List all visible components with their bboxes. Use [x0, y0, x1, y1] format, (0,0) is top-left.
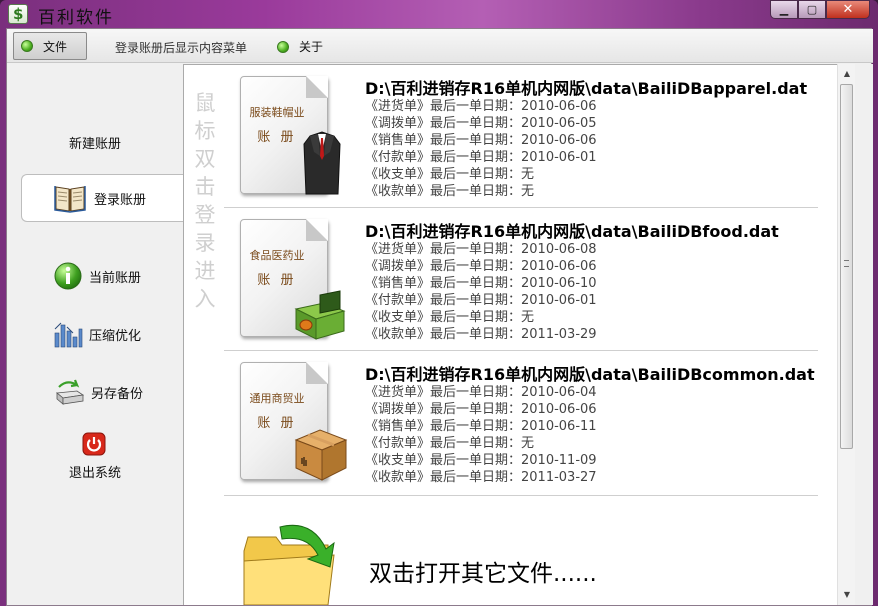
date-line: 《销售单》最后一单日期：2010-06-11 [365, 419, 597, 434]
menu-about-label: 关于 [299, 40, 324, 54]
close-icon: ✕ [842, 2, 854, 17]
suit-icon [303, 131, 341, 195]
open-other-file[interactable]: 双击打开其它文件...... [224, 497, 818, 605]
menu-file-button[interactable]: 文件 [13, 32, 87, 60]
book-path: D:\百利进销存R16单机内网版\data\BailiDBcommon.dat [365, 365, 815, 384]
date-line: 《进货单》最后一单日期：2010-06-06 [365, 99, 597, 114]
date-line: 《付款单》最后一单日期：2010-06-01 [365, 293, 597, 308]
sidebar-item-compress[interactable]: 压缩优化 [7, 312, 183, 356]
date-line: 《收支单》最后一单日期：无 [365, 167, 535, 182]
scroll-up-icon[interactable]: ▲ [841, 68, 853, 80]
book-entry-food[interactable]: 食品医药业 账 册 D:\百利进销存R16单机内网版\data\BailiDBf… [224, 208, 818, 351]
book-path: D:\百利进销存R16单机内网版\data\BailiDBfood.dat [365, 222, 779, 241]
scroll-thumb[interactable] [840, 84, 853, 449]
title-bar[interactable]: $ 百利软件 ▁ ▢ ✕ [0, 0, 878, 28]
folder-open-icon [243, 524, 335, 605]
sidebar-item-label: 新建账册 [69, 136, 122, 152]
status-dot-icon [277, 40, 289, 53]
book-doc-title: 食品医药业 [249, 249, 305, 262]
date-line: 《付款单》最后一单日期：2010-06-01 [365, 150, 597, 165]
sidebar: 新建账册 登录账册 当前账册 压缩优化 另存备份 退出系统 [7, 64, 185, 605]
sidebar-item-backup[interactable]: 另存备份 [7, 370, 183, 414]
book-entry-apparel[interactable]: 服装鞋帽业 账 册 D:\百利进销存R16单机内网版\data\BailiDBa… [224, 65, 818, 208]
giftbox-icon [294, 290, 346, 340]
date-line: 《调拨单》最后一单日期：2010-06-05 [365, 116, 597, 131]
date-line: 《进货单》最后一单日期：2010-06-08 [365, 242, 597, 257]
close-button[interactable]: ✕ [826, 0, 870, 19]
book-document-icon: 食品医药业 账 册 [240, 219, 346, 340]
book-list-panel: 鼠标双击登录进入 服装鞋帽业 账 册 D:\百利进销存R16单机内网版\data… [183, 64, 837, 605]
vertical-scrollbar[interactable]: ▲ ▼ [837, 64, 855, 605]
date-line: 《收支单》最后一单日期：2010-11-09 [365, 453, 597, 468]
sidebar-item-login-book[interactable]: 登录账册 [21, 174, 185, 222]
status-dot-icon [21, 40, 33, 52]
window-controls: ▁ ▢ ✕ [770, 0, 870, 19]
book-doc-title: 服装鞋帽业 [249, 106, 305, 119]
info-icon [54, 262, 82, 290]
double-click-hint: 鼠标双击登录进入 [194, 91, 216, 311]
sidebar-item-label: 另存备份 [91, 386, 144, 402]
menu-bar: 文件 登录账册后显示内容菜单 关于 [7, 29, 873, 63]
right-gutter [855, 64, 873, 605]
sidebar-item-label: 当前账册 [89, 270, 142, 286]
sidebar-item-current-book[interactable]: 当前账册 [7, 254, 183, 298]
date-line: 《收款单》最后一单日期：无 [365, 184, 535, 199]
maximize-icon: ▢ [806, 3, 818, 16]
menu-about-button[interactable]: 关于 [277, 38, 323, 55]
book-entry-common[interactable]: 通用商贸业 账 册 D:\百利进销存R16单机内网版\data\BailiDBc… [224, 351, 818, 496]
date-line: 《调拨单》最后一单日期：2010-06-06 [365, 259, 597, 274]
date-line: 《销售单》最后一单日期：2010-06-06 [365, 133, 597, 148]
book-doc-sub: 账 册 [257, 273, 297, 288]
book-dates: 《进货单》最后一单日期：2010-06-04 《调拨单》最后一单日期：2010-… [365, 384, 597, 486]
sidebar-item-label: 压缩优化 [89, 328, 142, 344]
app-logo-icon: $ [8, 4, 28, 24]
app-window: $ 百利软件 ▁ ▢ ✕ 文件 登录账册后显示内容菜单 关于 新建账册 登录账册… [0, 0, 878, 606]
book-path: D:\百利进销存R16单机内网版\data\BailiDBapparel.dat [365, 79, 808, 98]
scroll-down-icon[interactable]: ▼ [841, 589, 853, 601]
sidebar-item-label: 登录账册 [94, 192, 147, 208]
backup-icon [56, 379, 85, 405]
page-fold [306, 76, 328, 98]
book-dates: 《进货单》最后一单日期：2010-06-08 《调拨单》最后一单日期：2010-… [365, 241, 597, 343]
open-other-label: 双击打开其它文件...... [369, 561, 597, 587]
book-dates: 《进货单》最后一单日期：2010-06-06 《调拨单》最后一单日期：2010-… [365, 98, 597, 200]
client-area: 文件 登录账册后显示内容菜单 关于 新建账册 登录账册 当前账册 压缩优化 另存… [6, 28, 873, 606]
minimize-icon: ▁ [779, 3, 789, 16]
book-doc-title: 通用商贸业 [249, 392, 305, 405]
book-document-icon: 通用商贸业 账 册 [240, 362, 348, 482]
grip-icon [844, 260, 849, 267]
page-fold [306, 362, 328, 384]
date-line: 《调拨单》最后一单日期：2010-06-06 [365, 402, 597, 417]
page-fold [306, 219, 328, 241]
date-line: 《销售单》最后一单日期：2010-06-10 [365, 276, 597, 291]
window-title: 百利软件 [38, 8, 114, 28]
bars-icon [54, 322, 83, 348]
date-line: 《收支单》最后一单日期：无 [365, 310, 535, 325]
sidebar-item-new-book[interactable]: 新建账册 [7, 120, 183, 164]
book-document-icon: 服装鞋帽业 账 册 [240, 76, 341, 196]
date-line: 《收款单》最后一单日期：2011-03-27 [365, 470, 597, 485]
power-icon [82, 432, 106, 456]
minimize-button[interactable]: ▁ [770, 0, 798, 19]
date-line: 《收款单》最后一单日期：2011-03-29 [365, 327, 597, 342]
date-line: 《进货单》最后一单日期：2010-06-04 [365, 385, 597, 400]
book-icon [54, 186, 86, 213]
sidebar-item-exit[interactable]: 退出系统 [59, 432, 129, 482]
menu-file-label: 文件 [43, 39, 68, 54]
cardboard-box-icon [294, 429, 348, 481]
sidebar-item-label: 退出系统 [69, 466, 122, 481]
menu-hint-text: 登录账册后显示内容菜单 [115, 41, 248, 55]
date-line: 《付款单》最后一单日期：无 [365, 436, 535, 451]
maximize-button[interactable]: ▢ [798, 0, 826, 19]
